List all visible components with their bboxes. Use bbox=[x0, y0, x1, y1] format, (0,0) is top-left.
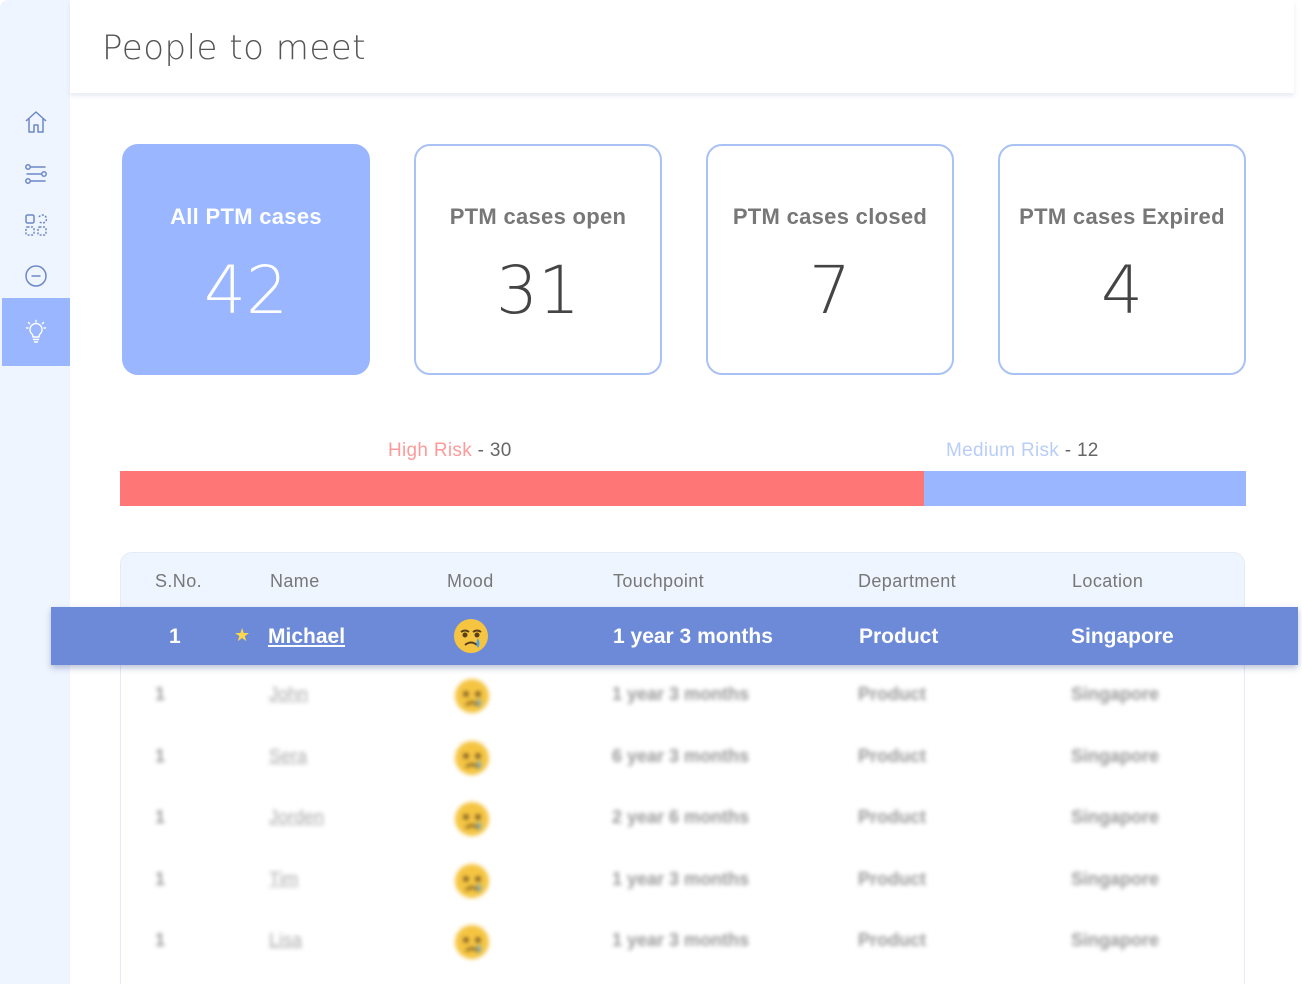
cell-location: Singapore bbox=[1071, 930, 1160, 950]
cell-touchpoint: 1 year 3 months bbox=[612, 930, 750, 950]
risk-distribution-bar bbox=[120, 471, 1246, 506]
page-header: People to meet bbox=[70, 0, 1294, 93]
medium-risk-segment[interactable] bbox=[924, 471, 1246, 506]
column-header-sno[interactable]: S.No. bbox=[155, 571, 202, 592]
cell-sno: 1 bbox=[169, 625, 181, 648]
card-label: All PTM cases bbox=[170, 204, 322, 229]
page-title: People to meet bbox=[102, 28, 366, 68]
sidebar-item-minus[interactable] bbox=[2, 250, 70, 302]
cell-department: Product bbox=[858, 930, 927, 950]
high-risk-label: High Risk - 30 bbox=[388, 440, 512, 462]
cell-location: Singapore bbox=[1071, 807, 1160, 827]
medium-risk-separator: - bbox=[1064, 440, 1072, 461]
cell-department: Product bbox=[858, 869, 927, 889]
crying-face-icon bbox=[455, 741, 489, 775]
column-header-location[interactable]: Location bbox=[1072, 571, 1143, 592]
card-label: PTM cases open bbox=[449, 204, 627, 229]
cell-name[interactable]: Michael bbox=[268, 625, 345, 649]
home-icon bbox=[25, 111, 47, 133]
medium-risk-count: 12 bbox=[1076, 440, 1099, 461]
crying-face-icon bbox=[454, 619, 488, 653]
high-risk-name: High Risk bbox=[388, 440, 472, 461]
medium-risk-name: Medium Risk bbox=[946, 440, 1060, 461]
table-row[interactable]: 1 Jorden 2 year 6 months Product Singapo… bbox=[121, 789, 1244, 851]
card-label: PTM cases closed bbox=[732, 204, 928, 229]
table-row[interactable]: 1 Tim 1 year 3 months Product Singapore bbox=[121, 851, 1244, 913]
card-value: 42 bbox=[204, 252, 288, 329]
table-row[interactable]: 1 Sera 6 year 3 months Product Singapore bbox=[121, 728, 1244, 790]
cell-name[interactable]: Lisa bbox=[269, 930, 302, 951]
cell-sno: 1 bbox=[155, 869, 166, 889]
flow-icon bbox=[25, 164, 47, 184]
cell-location: Singapore bbox=[1071, 746, 1160, 766]
star-icon[interactable]: ★ bbox=[234, 625, 250, 646]
high-risk-count: 30 bbox=[489, 440, 512, 461]
column-header-name[interactable]: Name bbox=[270, 571, 320, 592]
cell-location: Singapore bbox=[1071, 869, 1160, 889]
card-value: 7 bbox=[809, 252, 851, 329]
table-row[interactable]: 1 Lisa 1 year 3 months Product Singapore bbox=[121, 912, 1244, 974]
column-header-touchpoint[interactable]: Touchpoint bbox=[613, 571, 704, 592]
table-row-selected[interactable]: 1 ★ Michael 1 year 3 months Product Sing… bbox=[51, 607, 1298, 665]
sidebar-item-flow[interactable] bbox=[2, 148, 70, 200]
card-value: 31 bbox=[496, 252, 580, 329]
grid-icon bbox=[25, 214, 48, 236]
cell-touchpoint: 2 year 6 months bbox=[612, 807, 750, 827]
cell-touchpoint: 6 year 3 months bbox=[612, 746, 750, 766]
cell-name[interactable]: Tim bbox=[269, 869, 298, 890]
sidebar bbox=[0, 0, 70, 984]
cell-department: Product bbox=[858, 684, 927, 704]
sidebar-item-grid[interactable] bbox=[2, 199, 70, 251]
column-header-mood[interactable]: Mood bbox=[447, 571, 494, 592]
table-row[interactable]: 1 John 1 year 3 months Product Singapore bbox=[121, 666, 1244, 728]
crying-face-icon bbox=[455, 802, 489, 836]
crying-face-icon bbox=[455, 864, 489, 898]
minus-circle-icon bbox=[25, 265, 47, 287]
cell-name[interactable]: John bbox=[269, 684, 308, 705]
column-header-department[interactable]: Department bbox=[858, 571, 956, 592]
lightbulb-icon bbox=[25, 319, 47, 343]
cell-name[interactable]: Jorden bbox=[269, 807, 324, 828]
cell-sno: 1 bbox=[155, 930, 166, 950]
cell-touchpoint: 1 year 3 months bbox=[612, 684, 750, 704]
cell-department: Product bbox=[858, 807, 927, 827]
cell-name[interactable]: Sera bbox=[269, 746, 307, 767]
card-closed-cases[interactable]: PTM cases closed 7 bbox=[706, 144, 954, 375]
card-label: PTM cases Expired bbox=[1019, 204, 1225, 229]
sidebar-item-insights[interactable] bbox=[2, 298, 70, 366]
cell-department: Product bbox=[858, 746, 927, 766]
cell-sno: 1 bbox=[155, 746, 166, 766]
card-open-cases[interactable]: PTM cases open 31 bbox=[414, 144, 662, 375]
card-expired-cases[interactable]: PTM cases Expired 4 bbox=[998, 144, 1246, 375]
medium-risk-label: Medium Risk - 12 bbox=[946, 440, 1099, 462]
cell-department: Product bbox=[859, 625, 939, 648]
cell-sno: 1 bbox=[155, 684, 166, 704]
sidebar-item-home[interactable] bbox=[2, 96, 70, 148]
cell-sno: 1 bbox=[155, 807, 166, 827]
card-all-cases[interactable]: All PTM cases 42 bbox=[122, 144, 370, 375]
crying-face-icon bbox=[455, 679, 489, 713]
table-header: S.No. Name Mood Touchpoint Department Lo… bbox=[121, 553, 1244, 609]
high-risk-segment[interactable] bbox=[120, 471, 925, 506]
crying-face-icon bbox=[455, 925, 489, 959]
card-value: 4 bbox=[1101, 252, 1143, 329]
cell-touchpoint: 1 year 3 months bbox=[613, 625, 773, 648]
high-risk-separator: - bbox=[477, 440, 485, 461]
cell-location: Singapore bbox=[1071, 684, 1160, 704]
cell-location: Singapore bbox=[1071, 625, 1174, 648]
cell-touchpoint: 1 year 3 months bbox=[612, 869, 750, 889]
